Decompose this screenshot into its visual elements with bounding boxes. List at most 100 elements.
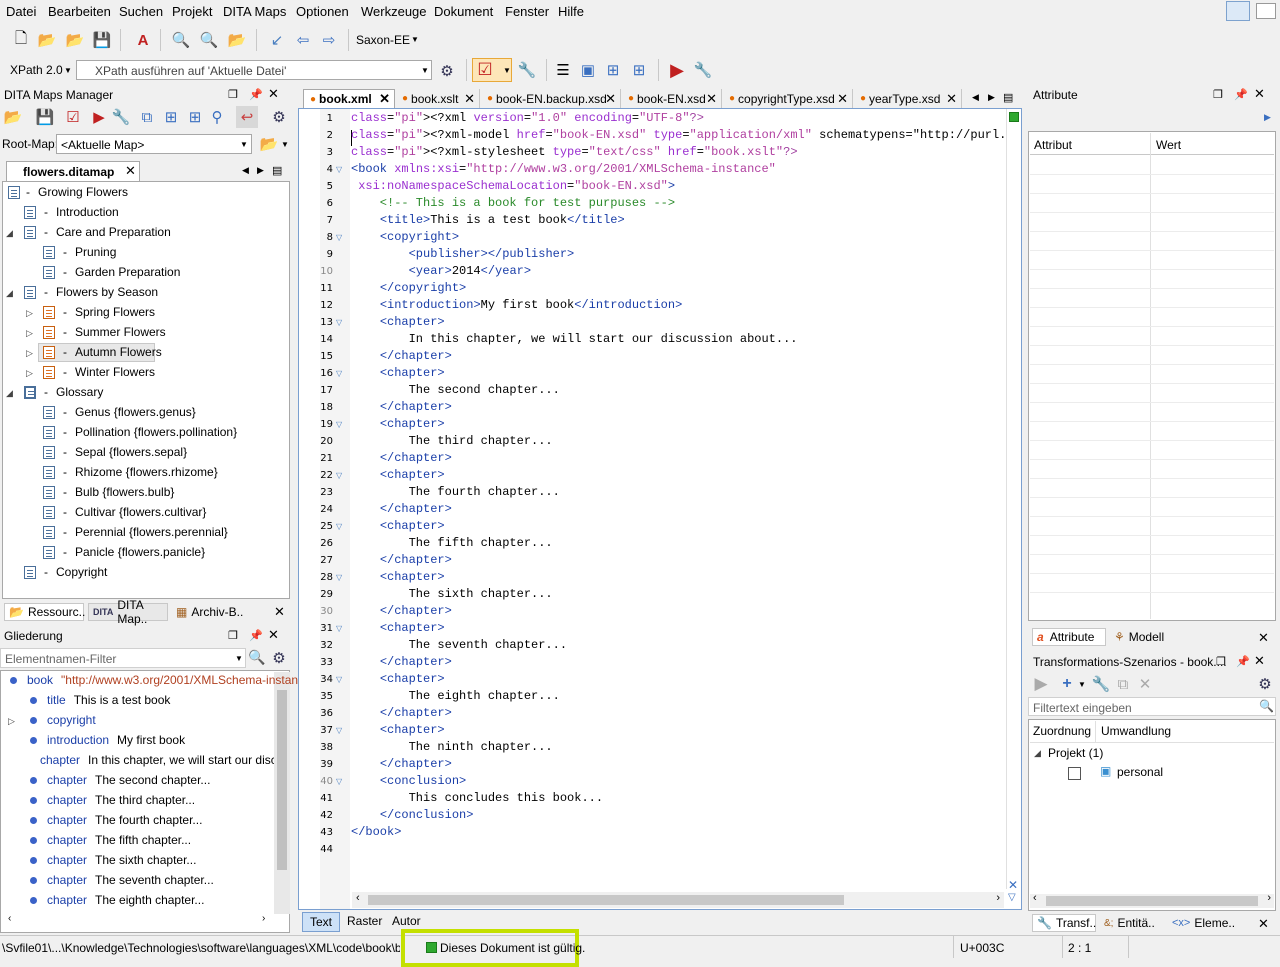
tree-item-growing-flowers[interactable]: - Growing Flowers [8,185,128,199]
gear-icon[interactable]: ⚙ [1254,673,1276,695]
save-map-icon[interactable]: 💾 [34,106,56,128]
outline-item-chapter[interactable]: chapter The second chapter... [30,773,210,787]
tree-item-autumn-flowers[interactable]: - Autumn Flowers [43,345,162,359]
menu-fenster[interactable]: Fenster [505,4,549,19]
scroll-right-icon[interactable]: › [1267,892,1271,904]
fold-toggle-icon[interactable]: ▽ [336,573,342,582]
xslt-debug-icon[interactable]: ▣ [577,59,599,81]
menu-datei[interactable]: Datei [6,4,36,19]
attr-column-header[interactable]: Attribut [1034,138,1072,152]
code-line[interactable]: class="pi"><?xml-model href="book-EN.xsd… [351,128,1005,145]
collapse-icon[interactable]: ▷ [26,328,33,339]
gear-icon[interactable]: ⚙ [268,647,290,669]
tree-item-panicle[interactable]: - Panicle {flowers.panicle} [43,545,205,559]
tree-item-genus[interactable]: - Genus {flowers.genus} [43,405,196,419]
close-icon[interactable]: ✕ [837,91,848,107]
menu-hilfe[interactable]: Hilfe [558,4,584,19]
insert-ref-icon[interactable]: ⊞ [184,106,206,128]
chevron-down-icon[interactable]: ▼ [1078,680,1086,689]
save-icon[interactable]: 💾 [91,29,113,51]
expand-icon[interactable]: ◢ [6,288,13,299]
mode-text[interactable]: Text [302,912,340,932]
tree-item-bulb[interactable]: - Bulb {flowers.bulb} [43,485,174,499]
code-line[interactable]: <copyright> [351,230,459,247]
outline-item-chapter[interactable]: chapter The sixth chapter... [30,853,196,867]
tab-transformations[interactable]: 🔧 Transf.. [1032,914,1096,932]
insert-topicref-icon[interactable]: ⊞ [160,106,182,128]
tree-editor-icon[interactable]: ⊞ [602,59,624,81]
gear-icon[interactable]: ⚙ [268,106,290,128]
scroll-left-icon[interactable]: ‹ [356,892,360,904]
close-icon[interactable]: ✕ [1258,916,1269,932]
outline-item-chapter[interactable]: chapter In this chapter, we will start ou… [30,753,274,767]
scenario-name[interactable]: personal [1117,765,1163,779]
chevron-down-icon[interactable]: ▼ [281,140,289,149]
code-line[interactable]: <chapter> [351,519,445,536]
outline-item-title[interactable]: title This is a test book [30,693,170,707]
open-url-icon[interactable]: 📂 [64,29,86,51]
close-icon[interactable]: ✕ [706,91,717,107]
close-icon[interactable]: ✕ [1258,630,1269,646]
code-line[interactable]: <chapter> [351,315,445,332]
filter-icon[interactable]: ⚲ [206,106,228,128]
scroll-right-icon[interactable]: › [262,913,265,924]
code-line[interactable]: <chapter> [351,570,445,587]
tab-attributes[interactable]: a Attribute [1032,628,1106,646]
tab-list-icon[interactable]: ▤ [1003,91,1013,104]
tree-item-pollination[interactable]: - Pollination {flowers.pollination} [43,425,237,439]
chevron-right-icon[interactable]: ▶ [1264,112,1271,123]
menu-dita-maps[interactable]: DITA Maps [223,4,286,19]
chevron-down-icon[interactable]: ▼ [235,654,243,663]
code-line[interactable]: <year>2014</year> [351,264,531,281]
code-line[interactable]: <conclusion> [351,774,466,791]
element-filter-input[interactable]: Elementnamen-Filter [0,648,246,668]
tree-item-summer-flowers[interactable]: - Summer Flowers [43,325,166,339]
code-line[interactable]: xsi:noNamespaceSchemaLocation="book-EN.x… [351,179,675,196]
code-line[interactable]: class="pi"><?xml version="1.0" encoding=… [351,111,704,128]
find-in-files-icon[interactable]: 🔍 [198,29,220,51]
code-line[interactable]: </conclusion> [351,808,474,825]
tree-item-flowers-by-season[interactable]: - Flowers by Season [24,285,158,299]
chevron-down-icon[interactable]: ▼ [421,66,429,75]
collapse-icon[interactable]: ▷ [8,716,15,727]
pin-icon[interactable]: 📌 [249,88,263,101]
last-edit-icon[interactable]: ↙ [266,29,288,51]
tree-item-spring-flowers[interactable]: - Spring Flowers [43,305,155,319]
fold-toggle-icon[interactable]: ▽ [336,522,342,531]
code-line[interactable]: The third chapter... [351,434,553,451]
new-file-icon[interactable]: 🗋 [10,29,32,51]
code-line[interactable]: <chapter> [351,468,445,485]
find-icon[interactable]: 🔍 [170,29,192,51]
outline-item-chapter[interactable]: chapter The fourth chapter... [30,813,202,827]
fold-toggle-icon[interactable]: ▽ [336,165,342,174]
editor-hscrollbar[interactable]: ‹ › [352,892,1004,908]
code-line[interactable]: The seventh chapter... [351,638,567,655]
code-line[interactable]: </book> [351,825,401,842]
scenario-hscrollbar[interactable]: ‹ › [1030,892,1274,908]
restore-icon[interactable]: ❐ [1213,88,1223,101]
outline-item-chapter[interactable]: chapter The third chapter... [30,793,195,807]
gear-icon[interactable]: ⚙ [436,60,458,82]
tab-book-xml[interactable]: ● book.xml ✕ [303,89,395,108]
code-line[interactable]: </chapter> [351,757,452,774]
filter-text-input[interactable]: Filtertext eingeben [1028,697,1276,716]
schema-icon[interactable]: ⊞ [628,59,650,81]
code-line[interactable]: The fifth chapter... [351,536,553,553]
open-file-icon[interactable]: 📂 [36,29,58,51]
run-scenario-icon[interactable]: ▶ [1030,673,1052,695]
tab-copyrighttype-xsd[interactable]: ● copyrightType.xsd ✕ [723,89,853,108]
code-line[interactable]: <chapter> [351,417,445,434]
code-line[interactable]: The fourth chapter... [351,485,560,502]
project-group[interactable]: Projekt (1) [1048,746,1103,760]
duplicate-icon[interactable]: ⧉ [1112,673,1134,695]
tree-item-perennial[interactable]: - Perennial {flowers.perennial} [43,525,228,539]
edit-icon[interactable]: 🔧 [1090,673,1112,695]
tab-book-en-backup-xsd[interactable]: ● book-EN.backup.xsd ✕ [481,89,621,108]
expand-icon[interactable]: ▽ [1008,892,1016,903]
close-icon[interactable]: ✕ [1254,86,1265,102]
fold-toggle-icon[interactable]: ▽ [336,318,342,327]
close-icon[interactable]: ✕ [1254,653,1265,669]
outline-item-book[interactable]: book "http://www.w3.org/2001/XMLSchema-in… [10,673,298,687]
menu-projekt[interactable]: Projekt [172,4,212,19]
code-line[interactable]: This concludes this book... [351,791,603,808]
